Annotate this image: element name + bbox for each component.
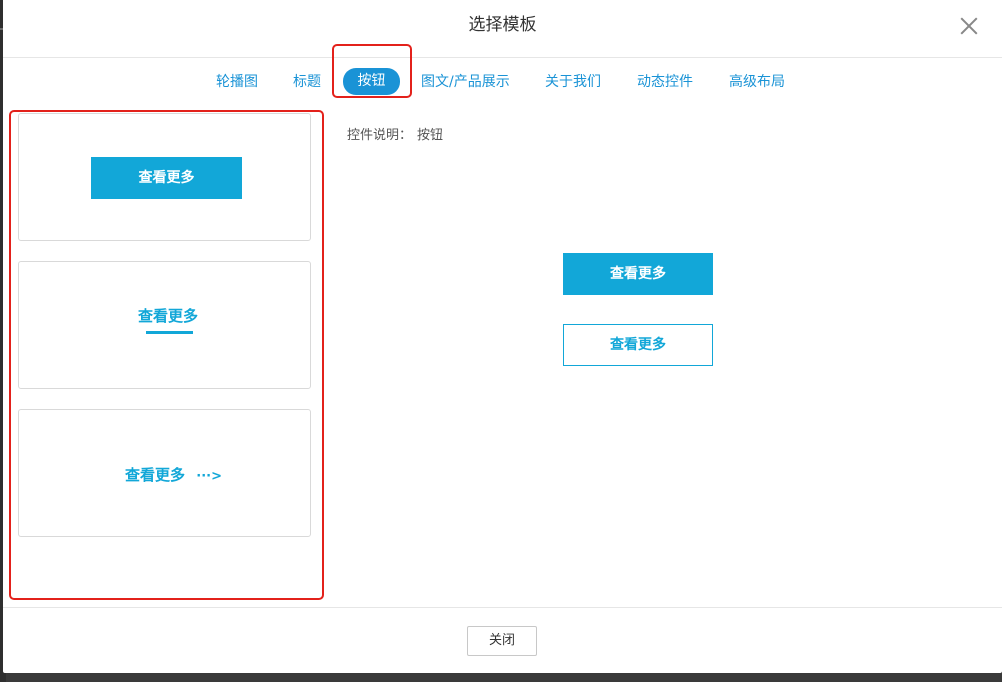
tab-advanced-layout[interactable]: 高级布局 bbox=[729, 70, 785, 94]
description-value: 按钮 bbox=[417, 128, 444, 143]
preview-secondary-button[interactable]: 查看更多 bbox=[563, 324, 713, 366]
tab-image-text-product[interactable]: 图文/产品展示 bbox=[421, 70, 510, 94]
tab-highlight-box bbox=[332, 44, 412, 98]
footer-divider bbox=[3, 607, 1002, 608]
tab-carousel[interactable]: 轮播图 bbox=[216, 70, 258, 94]
close-icon[interactable] bbox=[958, 15, 980, 37]
tab-about-us[interactable]: 关于我们 bbox=[545, 70, 601, 94]
tab-heading[interactable]: 标题 bbox=[293, 70, 321, 94]
tab-dynamic-controls[interactable]: 动态控件 bbox=[637, 70, 693, 94]
dialog-title: 选择模板 bbox=[468, 15, 537, 35]
preview-primary-button[interactable]: 查看更多 bbox=[563, 253, 713, 295]
template-dialog: 选择模板 轮播图 标题 按钮 图文/产品展示 关于我们 动态控件 高级布局 查看… bbox=[3, 0, 1002, 673]
header-divider bbox=[3, 57, 1002, 58]
template-list-highlight-box bbox=[9, 110, 324, 600]
description-label: 控件说明： bbox=[347, 128, 413, 143]
close-button[interactable]: 关闭 bbox=[467, 626, 537, 656]
